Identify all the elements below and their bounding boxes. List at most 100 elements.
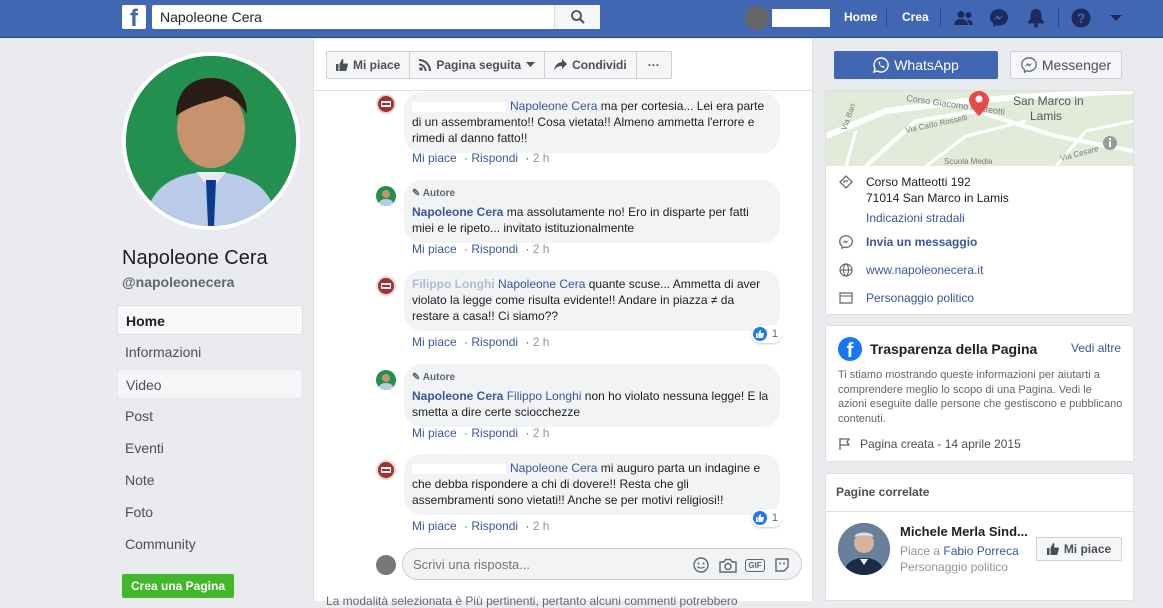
facebook-round-icon: f bbox=[838, 337, 862, 361]
comment-reply-link[interactable]: Rispondi bbox=[471, 151, 518, 165]
comment-mention[interactable]: Napoleone Cera bbox=[510, 461, 597, 475]
gif-icon[interactable]: GIF bbox=[745, 557, 765, 573]
comment-actions: Mi piace · Rispondi · 2 h bbox=[412, 151, 550, 165]
followed-page-button[interactable]: Pagina seguita bbox=[410, 52, 546, 78]
comment-bubble: Napoleone Cera ma per cortesia... Lei er… bbox=[404, 92, 780, 153]
category-link[interactable]: Personaggio politico bbox=[866, 290, 974, 306]
comment-reply-link[interactable]: Rispondi bbox=[471, 242, 518, 256]
comment-like-link[interactable]: Mi piace bbox=[412, 151, 457, 165]
nav-item-events[interactable]: Eventi bbox=[117, 433, 303, 463]
nav-item-info[interactable]: Informazioni bbox=[117, 337, 303, 367]
followed-page-label: Pagina seguita bbox=[436, 58, 522, 72]
nav-item-notes[interactable]: Note bbox=[117, 465, 303, 495]
redacted-name bbox=[412, 463, 506, 474]
create-link[interactable]: Crea bbox=[902, 10, 929, 24]
divider bbox=[940, 9, 941, 27]
whatsapp-icon bbox=[873, 57, 889, 73]
send-message-link[interactable]: Invia un messaggio bbox=[866, 234, 977, 250]
related-page-like-button[interactable]: Mi piace bbox=[1036, 537, 1122, 561]
directions-link[interactable]: Indicazioni stradali bbox=[866, 210, 1009, 226]
liked-by-friend-link[interactable]: Fabio Porreca bbox=[943, 544, 1018, 558]
share-label: Condividi bbox=[572, 58, 627, 72]
messenger-icon bbox=[838, 234, 854, 250]
facebook-logo-icon[interactable]: f bbox=[122, 5, 146, 29]
user-avatar[interactable] bbox=[745, 6, 769, 30]
profile-picture[interactable] bbox=[122, 52, 300, 230]
comment-time[interactable]: 2 h bbox=[533, 519, 550, 533]
comment-author-name[interactable]: Napoleone Cera bbox=[412, 205, 503, 219]
emoji-icon[interactable] bbox=[692, 557, 710, 573]
category-folder-icon bbox=[838, 290, 854, 306]
current-user-avatar bbox=[376, 555, 396, 575]
comment-time[interactable]: 2 h bbox=[533, 335, 550, 349]
map-town-label: Lamis bbox=[1030, 109, 1062, 123]
flag-icon bbox=[838, 437, 852, 454]
comment-reply-link[interactable]: Rispondi bbox=[471, 426, 518, 440]
notifications-bell-icon[interactable] bbox=[1025, 7, 1047, 29]
nav-item-video[interactable]: Video bbox=[117, 369, 303, 399]
comment-item: Napoleone Cera mi auguro parta un indagi… bbox=[376, 454, 796, 534]
reply-input[interactable] bbox=[413, 557, 663, 572]
create-page-button[interactable]: Crea una Pagina bbox=[122, 574, 234, 598]
comment-time[interactable]: 2 h bbox=[533, 242, 550, 256]
page-navigation: Home Informazioni Video Post Eventi Note… bbox=[117, 305, 303, 561]
more-options-button[interactable]: ··· bbox=[637, 52, 671, 78]
account-menu-chevron-down-icon[interactable] bbox=[1105, 7, 1127, 29]
location-map[interactable]: Corso Giacomo Matteotti Via Carlo Rossel… bbox=[826, 91, 1133, 166]
comment-like-link[interactable]: Mi piace bbox=[412, 335, 457, 349]
user-name-redacted[interactable] bbox=[772, 9, 830, 27]
whatsapp-button[interactable]: WhatsApp bbox=[834, 51, 998, 79]
reply-input-box: GIF bbox=[402, 548, 802, 580]
friend-requests-icon[interactable] bbox=[953, 7, 975, 29]
comment-like-link[interactable]: Mi piace bbox=[412, 519, 457, 533]
sticker-icon[interactable] bbox=[773, 557, 791, 573]
svg-text:?: ? bbox=[1077, 10, 1086, 26]
divider bbox=[886, 9, 887, 27]
comment-reply-link[interactable]: Rispondi bbox=[471, 519, 518, 533]
commenter-avatar[interactable] bbox=[376, 94, 396, 114]
messenger-button[interactable]: Messenger bbox=[1010, 51, 1122, 79]
commenter-avatar[interactable] bbox=[376, 370, 396, 390]
comment-like-link[interactable]: Mi piace bbox=[412, 426, 457, 440]
comment-mention[interactable]: Napoleone Cera bbox=[498, 277, 585, 291]
search-bar bbox=[152, 5, 600, 29]
see-more-link[interactable]: Vedi altre bbox=[1071, 341, 1121, 355]
home-link[interactable]: Home bbox=[844, 10, 877, 24]
commenter-avatar[interactable] bbox=[376, 276, 396, 296]
category-row: Personaggio politico bbox=[838, 290, 974, 306]
help-icon[interactable]: ? bbox=[1070, 7, 1092, 29]
comment-reply-link[interactable]: Rispondi bbox=[471, 335, 518, 349]
related-page-avatar[interactable] bbox=[838, 523, 890, 575]
website-link[interactable]: www.napoleonecera.it bbox=[866, 262, 983, 278]
comment-like-link[interactable]: Mi piace bbox=[412, 242, 457, 256]
thumbs-up-icon bbox=[1046, 543, 1059, 555]
nav-item-home[interactable]: Home bbox=[117, 305, 303, 335]
search-button[interactable] bbox=[554, 5, 600, 29]
comment-mention[interactable]: Filippo Longhi bbox=[507, 389, 582, 403]
share-button[interactable]: Condividi bbox=[545, 52, 637, 78]
reaction-count-badge[interactable]: 1 bbox=[750, 325, 782, 343]
page-created-row: Pagina creata - 14 aprile 2015 bbox=[838, 437, 1021, 454]
messenger-icon[interactable] bbox=[988, 7, 1010, 29]
related-page-name[interactable]: Michele Merla Sind... bbox=[900, 524, 1032, 539]
search-icon bbox=[570, 10, 585, 24]
comment-author-name[interactable]: Napoleone Cera bbox=[412, 389, 503, 403]
nav-item-photos[interactable]: Foto bbox=[117, 497, 303, 527]
nav-item-community[interactable]: Community bbox=[117, 529, 303, 559]
commenter-avatar[interactable] bbox=[376, 460, 396, 480]
page-handle[interactable]: @napoleonecera bbox=[122, 274, 234, 290]
camera-icon[interactable] bbox=[719, 557, 737, 573]
comment-actions: Mi piace · Rispondi · 2 h bbox=[412, 426, 550, 440]
reaction-count-badge[interactable]: 1 bbox=[750, 509, 782, 527]
comment-time[interactable]: 2 h bbox=[533, 426, 550, 440]
like-page-button[interactable]: Mi piace bbox=[327, 52, 411, 78]
comment-author-name[interactable]: Filippo Longhi bbox=[412, 277, 495, 291]
commenter-avatar[interactable] bbox=[376, 186, 396, 206]
location-diamond-icon bbox=[838, 174, 854, 190]
nav-item-posts[interactable]: Post bbox=[117, 401, 303, 431]
reaction-count: 1 bbox=[771, 512, 778, 524]
comment-mention[interactable]: Napoleone Cera bbox=[510, 99, 597, 113]
comment-time[interactable]: 2 h bbox=[533, 151, 550, 165]
search-input[interactable] bbox=[152, 5, 554, 29]
address-row: Corso Matteotti 192 71014 San Marco in L… bbox=[838, 174, 1009, 226]
